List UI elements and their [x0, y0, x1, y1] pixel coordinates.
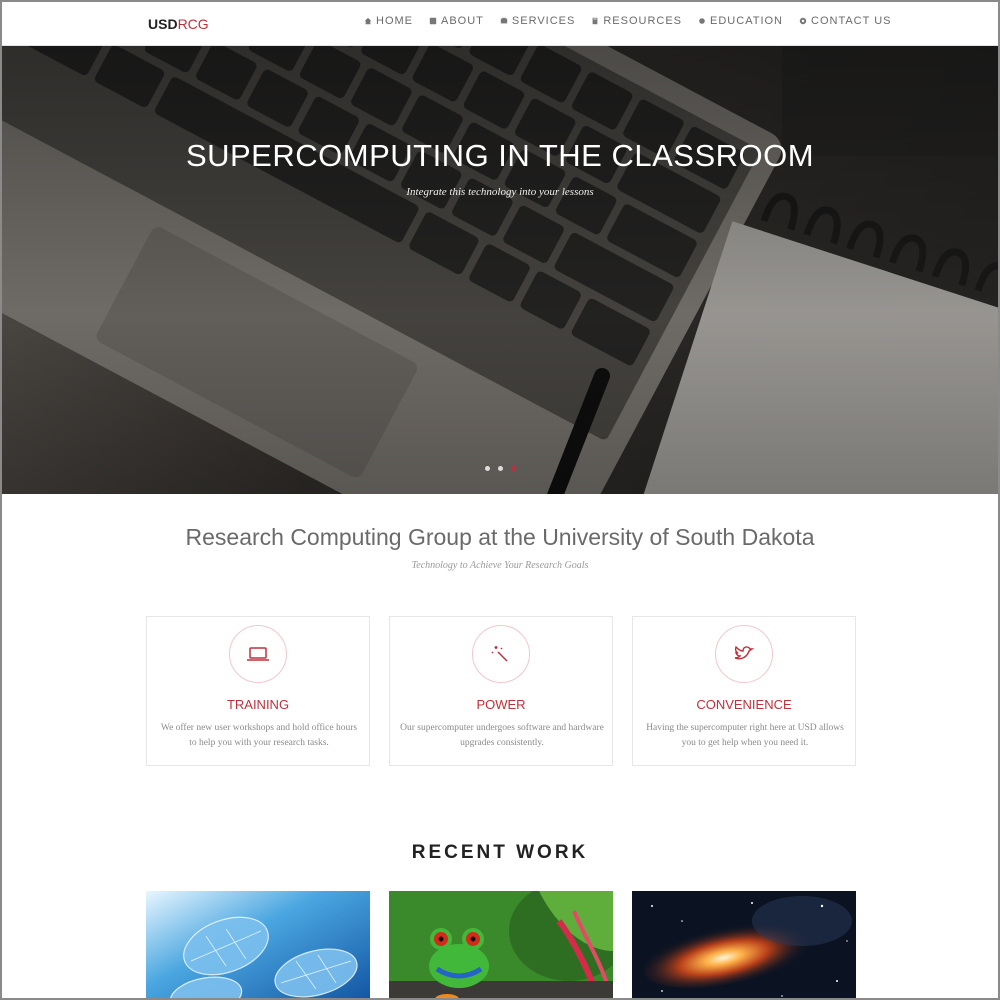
feature-icon-circle	[472, 625, 530, 683]
carousel-indicators	[485, 466, 516, 471]
navbar: USDRCG HOME ABOUT SERVICES RESOURCES EDU…	[2, 2, 998, 46]
hero-title: SUPERCOMPUTING IN THE CLASSROOM	[185, 138, 815, 173]
feature-card-power: POWER Our supercomputer undergoes softwa…	[389, 616, 613, 766]
services-icon	[500, 17, 508, 24]
nav-contact[interactable]: CONTACT US	[799, 15, 892, 27]
feature-title: POWER	[476, 697, 526, 712]
contact-icon	[799, 17, 807, 25]
brand-logo[interactable]: USDRCG	[148, 16, 209, 32]
nav-home-label: HOME	[376, 15, 413, 27]
frog-image	[389, 891, 613, 998]
feature-title: TRAINING	[226, 697, 290, 712]
main-nav: HOME ABOUT SERVICES RESOURCES EDUCATION …	[364, 15, 892, 27]
galaxy-image	[632, 891, 856, 998]
feature-text: Our supercomputer undergoes software and…	[400, 723, 604, 748]
intro-heading: Research Computing Group at the Universi…	[185, 524, 815, 550]
star-icon	[699, 18, 705, 24]
hero-carousel[interactable]: SUPERCOMPUTING IN THE CLASSROOM Integrat…	[2, 46, 998, 494]
book-icon	[592, 17, 598, 25]
feature-icon-circle	[715, 625, 773, 683]
hero-background-image	[2, 46, 998, 494]
nav-services[interactable]: SERVICES	[500, 15, 575, 27]
recent-work-item-frog[interactable]	[389, 891, 613, 998]
feature-icon-circle	[229, 625, 287, 683]
info-icon	[429, 17, 437, 25]
brand-part-rcg: RCG	[177, 16, 209, 32]
nav-contact-label: CONTACT US	[811, 15, 892, 27]
carousel-dot-2[interactable]	[498, 466, 503, 471]
nav-about-label: ABOUT	[441, 15, 484, 27]
nav-resources[interactable]: RESOURCES	[591, 15, 682, 27]
feature-text: We offer new user workshops and hold off…	[160, 723, 358, 748]
nav-about[interactable]: ABOUT	[429, 15, 484, 27]
nav-education[interactable]: EDUCATION	[698, 15, 783, 27]
feature-title: CONVENIENCE	[696, 697, 792, 712]
carousel-dot-3[interactable]	[511, 466, 516, 471]
nav-services-label: SERVICES	[511, 15, 576, 27]
carousel-dot-1[interactable]	[485, 466, 490, 471]
home-icon	[364, 17, 372, 25]
nav-resources-label: RESOURCES	[603, 15, 683, 27]
feature-card-convenience: CONVENIENCE Having the supercomputer rig…	[632, 616, 856, 766]
twitter-bird-icon	[734, 645, 755, 660]
intro-tagline: Technology to Achieve Your Research Goal…	[411, 560, 589, 571]
feature-card-training: TRAINING We offer new user workshops and…	[146, 616, 370, 766]
recent-work-item-leaves[interactable]	[146, 891, 370, 998]
nav-education-label: EDUCATION	[710, 15, 783, 27]
laptop-icon	[247, 647, 269, 661]
recent-work-item-galaxy[interactable]	[632, 891, 856, 998]
page-frame: USDRCG HOME ABOUT SERVICES RESOURCES EDU…	[0, 0, 1000, 1000]
hero-subtitle: Integrate this technology into your less…	[406, 186, 594, 198]
leaves-image	[146, 891, 370, 998]
brand-part-usd: USD	[148, 16, 178, 32]
recent-work-heading: RECENT WORK	[411, 842, 589, 863]
magic-wand-icon	[491, 646, 508, 662]
nav-home[interactable]: HOME	[364, 15, 413, 27]
feature-text: Having the supercomputer right here at U…	[646, 723, 844, 748]
